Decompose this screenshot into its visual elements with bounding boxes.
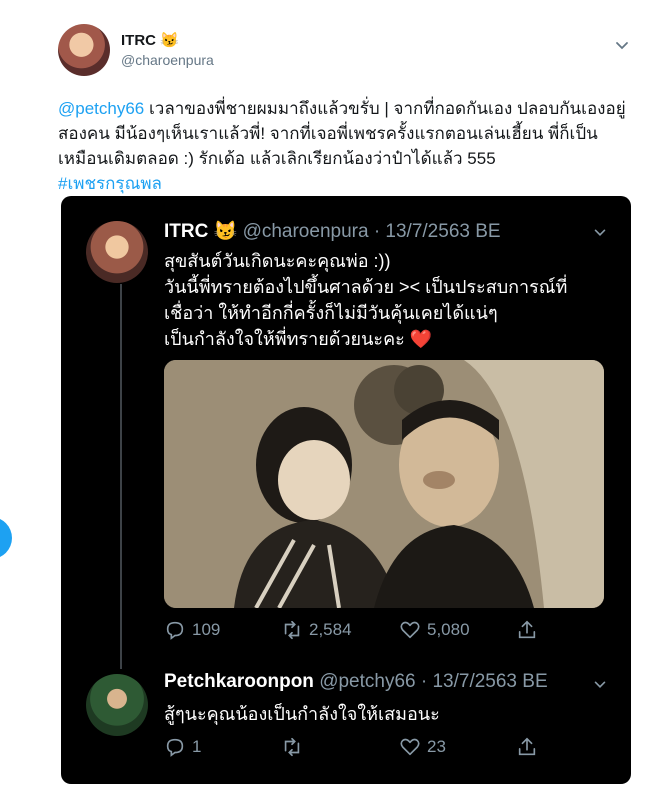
embedded-text-1: สุขสันต์วันเกิดนะคะคุณพ่อ :)) วันนี้พี่ท… [164, 248, 604, 352]
side-floating-button[interactable] [0, 517, 12, 559]
embedded-screenshot[interactable]: ITRC 😼 @charoenpura · 13/7/2563 BE สุขสั… [61, 196, 631, 784]
tweet-body: เวลาของพี่ชายผมมาถึงแล้วขรั่บ | จากที่กอ… [58, 99, 626, 168]
retweet-icon [284, 620, 300, 640]
reply-icon [166, 738, 184, 757]
like-count: 5,080 [427, 620, 470, 639]
embedded-name-2: Petchkaroonpon [164, 671, 314, 692]
retweet-icon [284, 737, 300, 757]
embedded-line: เป็นกำลังใจให้พี่ทรายด้วยนะคะ ❤️ [164, 329, 433, 349]
embedded-line: วันนี้พี่ทรายต้องไปขึ้นศาลด้วย >< เป็นปร… [164, 277, 568, 297]
like-count: 23 [427, 737, 446, 756]
like-button: 5,080 [399, 619, 470, 641]
embedded-actions-1: 109 2,584 5,080 [164, 619, 604, 645]
share-icon [518, 620, 536, 639]
like-icon [400, 621, 420, 639]
retweet-button: 2,584 [281, 619, 352, 641]
reply-count: 1 [192, 737, 202, 756]
reply-count: 109 [192, 620, 221, 639]
embedded-actions-2: 1 23 [164, 736, 604, 762]
retweet-count: 2,584 [309, 620, 352, 639]
chevron-down-icon [594, 229, 606, 236]
chevron-down-icon [594, 681, 606, 688]
hashtag-link[interactable]: #เพชรกรุณพล [58, 174, 162, 193]
thread-line [120, 284, 122, 669]
share-button [516, 619, 538, 641]
embedded-photo [164, 360, 604, 608]
mention-link[interactable]: @petchy66 [58, 99, 144, 118]
reply-button: 109 [164, 619, 220, 641]
embedded-text-2: สู้ๆนะคุณน้องเป็นกำลังใจให้เสมอนะ [164, 704, 440, 724]
tweet-text: @petchy66 เวลาของพี่ชายผมมาถึงแล้วขรั่บ … [58, 96, 628, 196]
share-icon [518, 737, 536, 756]
reply-icon [166, 621, 184, 640]
photo-illustration [164, 360, 604, 608]
embedded-header-1: ITRC 😼 @charoenpura · 13/7/2563 BE [164, 219, 501, 243]
embedded-avatar-petchkaroonpon [86, 674, 148, 736]
author-emoji: 😼 [160, 32, 179, 49]
like-button: 23 [399, 736, 446, 758]
author-avatar[interactable] [58, 24, 110, 76]
author-handle[interactable]: @charoenpura [121, 52, 214, 68]
chevron-down-icon[interactable] [612, 36, 632, 56]
embedded-meta-1: @charoenpura · 13/7/2563 BE [242, 221, 501, 242]
embedded-avatar-itrc [86, 221, 148, 283]
share-button [516, 736, 538, 758]
author-name-text[interactable]: ITRC [121, 32, 156, 49]
embedded-header-2: Petchkaroonpon @petchy66 · 13/7/2563 BE [164, 671, 548, 693]
reply-button: 1 [164, 736, 201, 758]
embedded-line: สุขสันต์วันเกิดนะคะคุณพ่อ :)) [164, 251, 391, 271]
retweet-button [281, 736, 309, 758]
embedded-name-1: ITRC [164, 221, 209, 242]
author-name[interactable]: ITRC 😼 [121, 31, 179, 49]
embedded-emoji-1: 😼 [213, 221, 238, 242]
like-icon [400, 738, 420, 756]
embedded-line: เชื่อว่า ให้ทำอีกกี่ครั้งก็ไม่มีวันคุ้นเ… [164, 303, 498, 323]
embedded-meta-2: @petchy66 · 13/7/2563 BE [319, 671, 548, 692]
